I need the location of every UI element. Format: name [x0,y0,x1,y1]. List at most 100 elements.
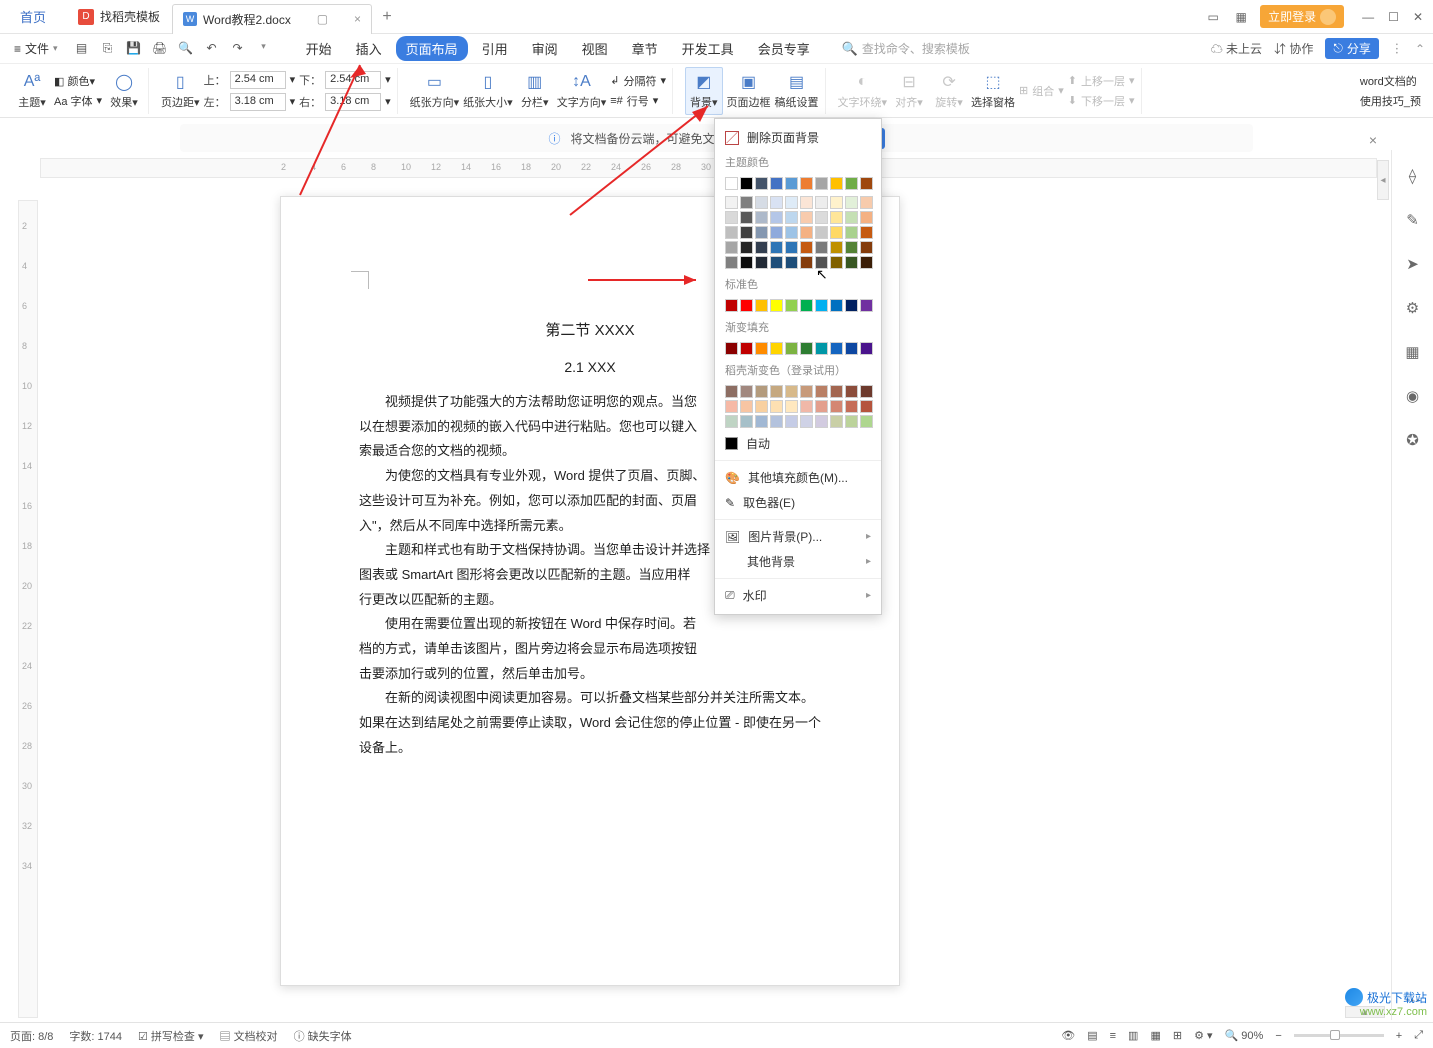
more-menu-icon[interactable]: ︙ [1391,40,1403,57]
zoom-menu-icon[interactable]: ⚙ ▾ [1194,1029,1212,1042]
color-swatch[interactable] [860,299,873,312]
color-swatch[interactable] [860,226,873,239]
redo-icon[interactable]: ↷ [230,41,246,56]
color-swatch[interactable] [800,385,813,398]
zoom-in-icon[interactable]: + [1396,1030,1402,1042]
zoom-slider[interactable] [1294,1034,1384,1037]
color-swatch[interactable] [860,400,873,413]
undo-icon[interactable]: ↶ [204,41,220,56]
color-swatch[interactable] [845,196,858,209]
color-swatch[interactable] [770,211,783,224]
other-bg-item[interactable]: 其他背景▸ [715,549,881,574]
color-swatch[interactable] [770,177,783,190]
color-swatch[interactable] [785,211,798,224]
color-swatch[interactable] [845,241,858,254]
color-swatch[interactable] [725,177,738,190]
maximize-icon[interactable]: ☐ [1388,10,1399,24]
tool-template-icon[interactable]: ▦ [1401,340,1425,364]
new-icon[interactable]: ▤ [74,41,90,56]
orientation-button[interactable]: ▭纸张方向▾ [410,72,460,110]
color-swatch[interactable] [830,226,843,239]
layout-icon[interactable]: ▭ [1204,8,1222,26]
color-swatch[interactable] [860,385,873,398]
color-swatch[interactable] [815,241,828,254]
tool-settings-icon[interactable]: ⚙ [1401,296,1425,320]
color-swatch[interactable] [830,385,843,398]
color-swatch[interactable] [845,415,858,428]
color-swatch[interactable] [860,256,873,269]
status-words[interactable]: 字数: 1744 [69,1028,122,1044]
color-swatch[interactable] [740,400,753,413]
add-tab-button[interactable]: + [372,8,402,26]
color-swatch[interactable] [755,299,768,312]
tab-references[interactable]: 引用 [472,36,518,61]
view-print-icon[interactable]: ▤ [1087,1029,1097,1042]
color-swatch[interactable] [725,299,738,312]
color-swatch[interactable] [815,226,828,239]
color-swatch[interactable] [815,342,828,355]
color-swatch[interactable] [830,256,843,269]
color-swatch[interactable] [755,400,768,413]
color-swatch[interactable] [800,256,813,269]
color-swatch[interactable] [785,385,798,398]
color-swatch[interactable] [755,342,768,355]
color-swatch[interactable] [770,415,783,428]
color-swatch[interactable] [725,342,738,355]
color-swatch[interactable] [785,241,798,254]
pageborder-button[interactable]: ▣页面边框 [727,72,771,110]
color-swatch[interactable] [830,342,843,355]
color-swatch[interactable] [740,196,753,209]
color-swatch[interactable] [845,226,858,239]
color-swatch[interactable] [860,211,873,224]
open-icon[interactable]: ⎘ [100,41,116,56]
color-swatch[interactable] [845,342,858,355]
color-swatch[interactable] [725,241,738,254]
color-swatch[interactable] [785,177,798,190]
color-swatch[interactable] [755,241,768,254]
color-swatch[interactable] [815,256,828,269]
color-swatch[interactable] [785,400,798,413]
color-swatch[interactable] [845,299,858,312]
status-font[interactable]: ⓘ 缺失字体 [294,1028,352,1044]
font-button[interactable]: Aa 字体▾ [54,93,102,109]
tab-member[interactable]: 会员专享 [748,36,820,61]
color-swatch[interactable] [770,256,783,269]
color-swatch[interactable] [770,400,783,413]
color-swatch[interactable] [830,400,843,413]
tool-cursor-icon[interactable]: ➤ [1401,252,1425,276]
color-swatch[interactable] [800,177,813,190]
color-swatch[interactable] [860,177,873,190]
color-swatch[interactable] [815,196,828,209]
file-menu[interactable]: ≡ 文件 ▾ [8,40,64,57]
collapse-sidepanel-icon[interactable]: ◂ [1377,160,1389,200]
more-colors-item[interactable]: 🎨其他填充颜色(M)... [715,465,881,490]
breaks-button[interactable]: ↲ 分隔符▾ [610,73,666,89]
columns-button[interactable]: ▥分栏▾ [517,72,553,110]
tool-rocket-icon[interactable]: ⟠ [1401,164,1425,188]
color-swatch[interactable] [845,211,858,224]
view-web-icon[interactable]: ▥ [1128,1029,1138,1042]
color-swatch[interactable] [845,400,858,413]
preview-icon[interactable]: 🔍 [178,41,194,56]
color-swatch[interactable] [770,196,783,209]
color-swatch[interactable] [860,196,873,209]
color-swatch[interactable] [815,177,828,190]
color-swatch[interactable] [830,211,843,224]
fullscreen-icon[interactable]: ⤢ [1414,1029,1423,1042]
color-swatch[interactable] [830,241,843,254]
color-swatch[interactable] [755,256,768,269]
effects-button[interactable]: ◯效果▾ [106,72,142,110]
tab-template[interactable]: D 找稻壳模板 [66,0,172,34]
color-swatch[interactable] [800,226,813,239]
color-swatch[interactable] [800,196,813,209]
color-swatch[interactable] [755,211,768,224]
zoom-out-icon[interactable]: − [1275,1030,1281,1042]
color-swatch[interactable] [725,415,738,428]
tab-insert[interactable]: 插入 [346,36,392,61]
color-swatch[interactable] [770,226,783,239]
color-swatch[interactable] [770,342,783,355]
tab-devtools[interactable]: 开发工具 [672,36,744,61]
status-page[interactable]: 页面: 8/8 [10,1028,53,1044]
view-focus-icon[interactable]: ▦ [1150,1029,1160,1042]
color-swatch[interactable] [740,342,753,355]
